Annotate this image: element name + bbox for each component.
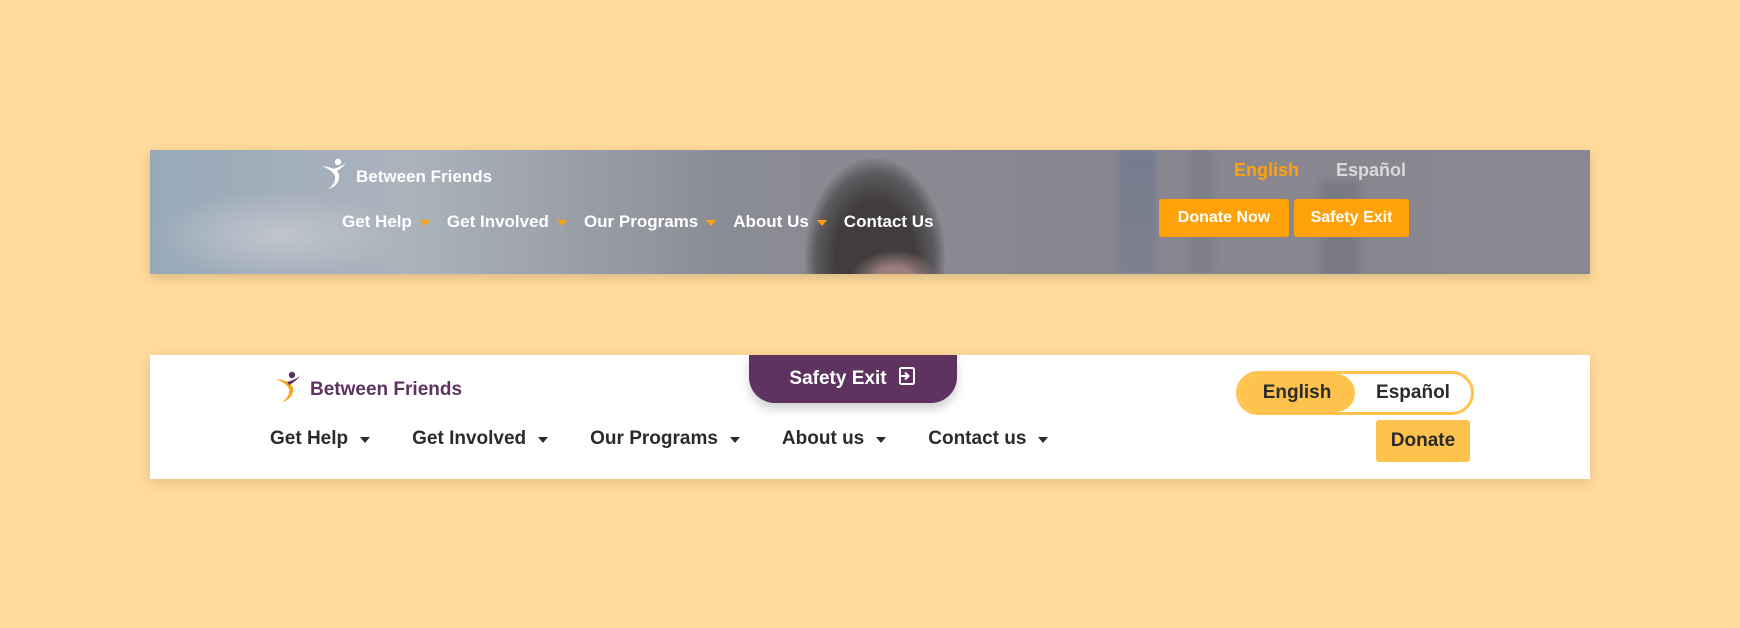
nav-label: Get Help [342,212,412,231]
old-nav-contact-us[interactable]: Contact Us [844,212,934,232]
old-nav-about-us[interactable]: About Us [733,212,827,232]
caret-down-icon [538,437,549,443]
language-spanish[interactable]: Español [1355,374,1471,412]
old-nav-our-programs[interactable]: Our Programs [583,212,717,232]
nav-label: About Us [733,212,809,231]
nav-label: Get Help [270,428,349,449]
nav-label: Our Programs [583,212,699,231]
caret-down-icon [876,437,887,443]
nav-about-us[interactable]: About us [781,428,887,450]
caret-down-icon [556,220,567,226]
old-donate-now-button[interactable]: Donate Now [1159,199,1289,237]
nav-label: About us [781,428,865,449]
nav-our-programs[interactable]: Our Programs [590,428,740,450]
safety-exit-label: Safety Exit [789,368,887,389]
caret-down-icon [729,437,740,443]
nav-label: Contact Us [843,212,934,231]
caret-down-icon [1038,437,1049,443]
old-language-spanish[interactable]: Español [1336,160,1406,181]
new-main-nav: Get Help Get Involved Our Programs About… [270,428,1049,450]
language-english[interactable]: English [1239,374,1355,412]
safety-exit-tab[interactable]: Safety Exit [749,355,957,403]
nav-label: Contact us [928,428,1027,449]
nav-label: Our Programs [590,428,718,449]
old-nav-get-help[interactable]: Get Help [342,212,430,232]
language-toggle: English Español [1236,371,1474,415]
old-safety-exit-button[interactable]: Safety Exit [1294,199,1409,237]
caret-down-icon [419,220,430,226]
caret-down-icon [816,220,827,226]
brand-name: Between Friends [356,166,493,186]
nav-label: Get Involved [446,212,549,231]
caret-down-icon [360,437,371,443]
old-logo[interactable]: Between Friends [316,157,492,196]
figure-logo-icon [316,157,350,196]
nav-get-involved[interactable]: Get Involved [412,428,549,450]
old-main-nav: Get Help Get Involved Our Programs About… [342,212,951,232]
old-nav-get-involved[interactable]: Get Involved [447,212,567,232]
exit-door-icon [897,366,917,392]
brand-name: Between Friends [310,378,463,400]
figure-logo-icon [270,370,304,409]
nav-label: Get Involved [412,428,527,449]
nav-contact-us[interactable]: Contact us [928,428,1049,450]
caret-down-icon [706,220,717,226]
donate-button[interactable]: Donate [1376,420,1470,462]
nav-get-help[interactable]: Get Help [270,428,371,450]
new-logo[interactable]: Between Friends [270,370,462,409]
old-language-english[interactable]: English [1234,160,1299,181]
